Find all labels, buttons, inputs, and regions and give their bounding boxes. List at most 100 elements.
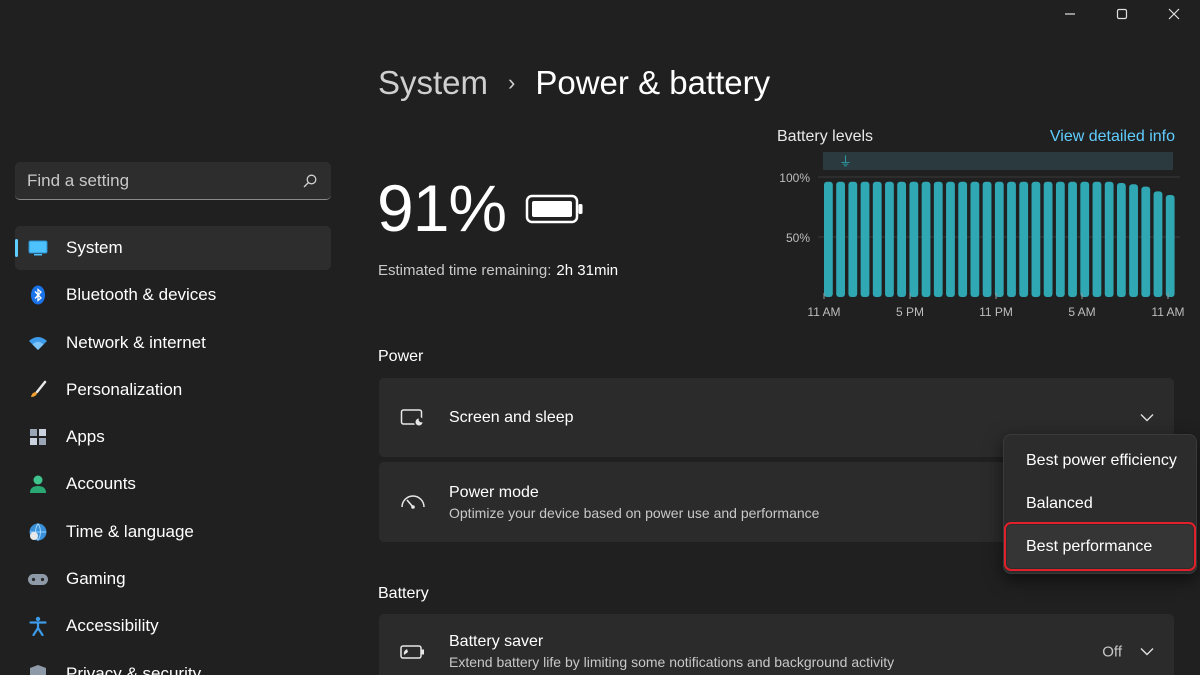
wifi-icon — [27, 332, 49, 354]
x-tick-label: 5 AM — [1068, 305, 1095, 319]
person-icon — [27, 473, 49, 495]
monitor-icon — [27, 237, 49, 259]
chart-bar — [994, 181, 1004, 297]
sidebar-item-time-language[interactable]: Time & language — [15, 510, 331, 554]
x-tick-label: 11 AM — [807, 305, 840, 319]
plug-icon: ⏚ — [839, 155, 852, 170]
sidebar-item-label: System — [66, 238, 123, 257]
search-box[interactable] — [15, 162, 331, 200]
battery-saver-icon — [399, 638, 427, 666]
chart-bar — [933, 181, 943, 297]
battery-saver-description: Extend battery life by limiting some not… — [449, 654, 895, 670]
power-mode-description: Optimize your device based on power use … — [449, 504, 820, 521]
chart-bar — [897, 181, 907, 297]
chart-bar — [1080, 181, 1090, 297]
page-title: Power & battery — [535, 64, 771, 101]
sidebar-item-label: Accessibility — [66, 616, 159, 636]
view-detailed-info-link[interactable]: View detailed info — [1050, 128, 1175, 146]
sidebar-item-network[interactable]: Network & internet — [15, 321, 331, 365]
sidebar-item-apps[interactable]: Apps — [15, 415, 331, 459]
chart-bar — [1129, 184, 1138, 297]
sidebar-item-privacy[interactable]: Privacy & security — [15, 652, 331, 675]
sidebar-item-label: Accounts — [66, 474, 136, 494]
chart-bar — [982, 181, 992, 297]
screen-and-sleep-title: Screen and sleep — [449, 408, 574, 426]
battery-saver-card[interactable]: Battery saver Extend battery life by lim… — [379, 614, 1174, 675]
chart-bar — [1153, 191, 1163, 297]
sidebar-item-label: Apps — [66, 427, 105, 447]
accessibility-icon — [27, 615, 49, 637]
battery-saver-status: Off — [1102, 643, 1122, 660]
brush-icon — [27, 379, 49, 401]
chart-bar — [909, 181, 919, 297]
breadcrumb: System › Power & battery — [378, 64, 770, 102]
sidebar-item-label: Bluetooth & devices — [66, 285, 217, 305]
close-icon[interactable] — [1148, 0, 1200, 28]
sidebar-item-accounts[interactable]: Accounts — [15, 462, 331, 506]
search-icon[interactable] — [301, 172, 319, 190]
sidebar-item-label: Privacy & security — [66, 663, 202, 675]
chart-bar — [1104, 181, 1114, 297]
maximize-icon[interactable] — [1096, 0, 1148, 28]
sidebar-item-bluetooth[interactable]: Bluetooth & devices — [15, 273, 331, 317]
chart-bar — [848, 181, 858, 297]
search-input[interactable] — [27, 170, 301, 191]
screen-sleep-icon — [399, 404, 427, 432]
sidebar: System Bluetooth & devices Network & int… — [0, 0, 340, 675]
chart-bar — [970, 181, 980, 297]
x-tick-label: 11 PM — [979, 305, 1013, 319]
chart-bar — [885, 181, 894, 297]
bluetooth-icon — [27, 284, 49, 306]
estimated-time-label: Estimated time remaining: — [378, 262, 552, 279]
y-tick-label: 50% — [786, 231, 810, 245]
chevron-down-icon[interactable] — [1140, 643, 1154, 661]
battery-section-label: Battery — [378, 585, 429, 602]
battery-saver-text: Battery saver Extend battery life by lim… — [449, 633, 894, 670]
power-mode-dropdown[interactable]: Best power efficiency Balanced Best perf… — [1003, 434, 1197, 574]
shield-icon — [27, 663, 49, 675]
sidebar-item-label: Personalization — [66, 379, 183, 399]
chart-bar — [1141, 186, 1151, 297]
power-section-label: Power — [378, 348, 424, 365]
chart-bar — [921, 181, 931, 297]
chart-bar — [1043, 181, 1053, 297]
x-tick-label: 5 PM — [896, 305, 924, 319]
chart-bar — [824, 181, 833, 297]
battery-percentage: 91% — [377, 171, 507, 245]
plugged-in-band — [823, 152, 1173, 170]
chart-bar — [1019, 181, 1029, 297]
sidebar-item-label: Gaming — [66, 569, 126, 589]
sidebar-item-label: Network & internet — [66, 332, 206, 352]
window-controls — [1044, 0, 1200, 28]
battery-saver-title: Battery saver — [449, 633, 544, 650]
option-balanced[interactable]: Balanced — [1007, 482, 1193, 525]
sidebar-nav: System Bluetooth & devices Network & int… — [15, 226, 331, 675]
chart-title: Battery levels — [777, 128, 874, 145]
chart-bar — [958, 181, 968, 297]
chart-bar — [1092, 181, 1102, 297]
chart-bar — [836, 181, 845, 297]
sidebar-item-accessibility[interactable]: Accessibility — [15, 604, 331, 648]
y-tick-label: 100% — [779, 171, 810, 185]
power-mode-title: Power mode — [449, 483, 539, 501]
sidebar-item-label: Time & language — [66, 521, 194, 541]
chart-bar — [946, 181, 955, 297]
globe-clock-icon — [27, 521, 49, 543]
estimated-time-value: 2h 31min — [556, 262, 619, 279]
breadcrumb-parent[interactable]: System — [378, 64, 488, 102]
gamepad-icon — [27, 568, 49, 590]
option-best-power-efficiency[interactable]: Best power efficiency — [1007, 439, 1193, 482]
option-best-performance[interactable]: Best performance — [1004, 522, 1196, 571]
chart-bar — [860, 181, 870, 297]
sidebar-item-gaming[interactable]: Gaming — [15, 557, 331, 601]
estimated-time: Estimated time remaining: 2h 31min — [378, 262, 618, 279]
chart-bar — [872, 181, 882, 297]
chevron-down-icon[interactable] — [1140, 409, 1154, 427]
battery-icon — [525, 193, 585, 230]
minimize-icon[interactable] — [1044, 0, 1096, 28]
chart-bar — [1007, 181, 1016, 297]
sidebar-item-system[interactable]: System — [15, 226, 331, 270]
chart-bar — [1116, 183, 1126, 297]
sidebar-item-personalization[interactable]: Personalization — [15, 368, 331, 412]
apps-icon — [27, 426, 49, 448]
